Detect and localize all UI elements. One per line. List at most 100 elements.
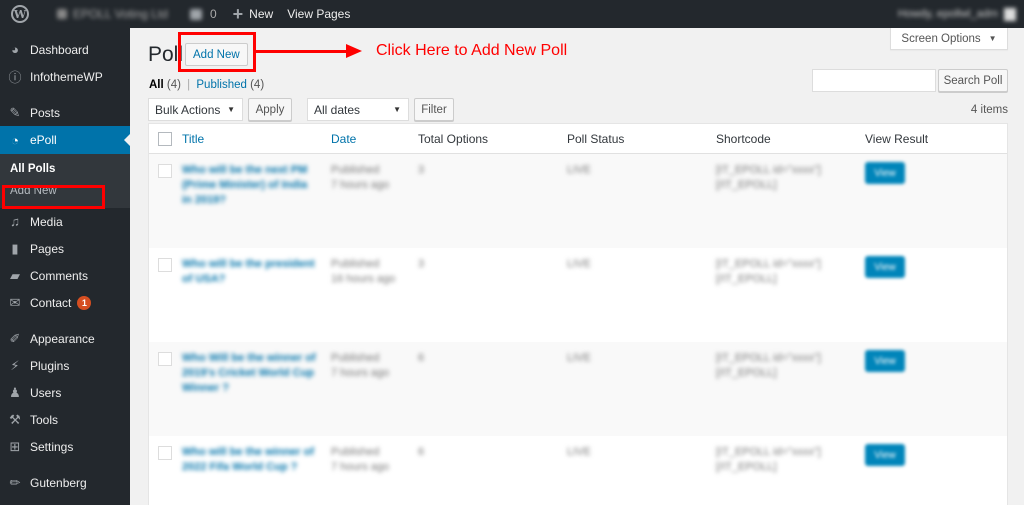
view-pages-link[interactable]: View Pages — [280, 0, 357, 28]
plus-icon: + — [232, 4, 244, 24]
comment-icon: ▰ — [10, 267, 20, 283]
table-row: Who will be the winner of 2022 Fifa Worl… — [149, 436, 1007, 505]
apply-button[interactable]: Apply — [248, 98, 292, 121]
admin-bar: W EPOLL Voting Ltd 0 + New View Pages Ho… — [0, 0, 1024, 28]
search-poll-button[interactable]: Search Poll — [938, 69, 1008, 92]
sidebar-item-contact[interactable]: ✉ Contact 1 — [0, 289, 130, 316]
view-result-button[interactable]: View — [865, 444, 905, 466]
dates-filter-select[interactable]: All dates ▼ — [307, 98, 409, 121]
site-name-link[interactable]: EPOLL Voting Ltd — [50, 0, 175, 28]
caret-down-icon: ▼ — [227, 105, 235, 114]
comments-count: 0 — [209, 7, 217, 21]
publish-status: Published — [331, 352, 380, 364]
wrench-icon: ⚒ — [9, 411, 21, 427]
screen-options-button[interactable]: Screen Options ▼ — [890, 28, 1008, 50]
howdy-text: Howdy, epollwl_adm — [897, 8, 998, 20]
row-checkbox[interactable] — [158, 164, 172, 178]
status-filter-links: All (4) | Published (4) — [149, 79, 264, 91]
view-result-button[interactable]: View — [865, 256, 905, 278]
sidebar-item-appearance[interactable]: ✐ Appearance — [0, 325, 130, 352]
sidebar-item-label: Plugins — [30, 358, 70, 373]
select-all-checkbox[interactable] — [158, 132, 172, 146]
sidebar-item-users[interactable]: ♟ Users — [0, 379, 130, 406]
sliders-icon: ⊞ — [9, 438, 21, 454]
row-checkbox[interactable] — [158, 352, 172, 366]
poll-status: LIVE — [567, 352, 591, 364]
poll-title-link[interactable]: Who will be the next PM (Prime Minister)… — [182, 163, 317, 208]
column-title[interactable]: Title — [182, 132, 204, 146]
home-icon — [57, 9, 67, 19]
view-result-button[interactable]: View — [865, 350, 905, 372]
my-account-menu[interactable]: Howdy, epollwl_adm — [898, 0, 1016, 28]
submenu-all-polls[interactable]: All Polls — [0, 158, 130, 180]
sidebar-item-tools[interactable]: ⚒ Tools — [0, 406, 130, 433]
info-icon: ⓘ — [8, 70, 22, 85]
view-pages-label: View Pages — [287, 7, 351, 21]
annotation-text: Click Here to Add New Poll — [376, 42, 568, 59]
polls-table: Title Date Total Options Poll Status Sho… — [148, 123, 1008, 505]
poll-status: LIVE — [567, 164, 591, 176]
poll-date: Published 7 hours ago — [331, 351, 389, 381]
sidebar-item-label: Users — [30, 385, 62, 400]
mail-icon: ✉ — [9, 294, 21, 310]
pin-icon: ✎ — [9, 104, 21, 120]
annotation-highlight-add-new-submenu — [2, 185, 105, 209]
wordpress-logo-icon: W — [11, 5, 29, 23]
media-icon: ♫ — [10, 214, 20, 229]
poll-title-link[interactable]: Who will be the winner of 2022 Fifa Worl… — [182, 445, 317, 475]
table-row: Who Will be the winner of 2019's Cricket… — [149, 342, 1007, 436]
publish-status: Published — [331, 258, 380, 270]
poll-title-link[interactable]: Who will be the president of USA? — [182, 257, 317, 287]
sidebar-item-plugins[interactable]: ⚡ Plugins — [0, 352, 130, 379]
view-result-button[interactable]: View — [865, 162, 905, 184]
column-shortcode: Shortcode — [716, 131, 771, 146]
poll-title-link[interactable]: Who Will be the winner of 2019's Cricket… — [182, 351, 317, 396]
search-poll-input[interactable] — [812, 69, 936, 92]
main-content: Screen Options ▼ Poll Add New Click Here… — [130, 28, 1024, 505]
publish-status: Published — [331, 164, 380, 176]
publish-date: 7 hours ago — [331, 179, 390, 191]
poll-shortcode: [IT_EPOLL id="xxxx"] [/IT_EPOLL] — [716, 446, 821, 473]
sidebar-item-label: Media — [30, 214, 63, 229]
screen-options-label: Screen Options — [901, 32, 981, 45]
submenu-label: All Polls — [10, 163, 56, 175]
poll-status: LIVE — [567, 446, 591, 458]
sidebar-item-label: Gutenberg — [30, 475, 87, 490]
sidebar-item-gutenberg[interactable]: ✏ Gutenberg — [0, 469, 130, 496]
row-checkbox[interactable] — [158, 258, 172, 272]
poll-date: Published 7 hours ago — [331, 445, 389, 475]
caret-down-icon: ▼ — [988, 34, 997, 43]
column-date[interactable]: Date — [331, 132, 356, 146]
sidebar-item-epoll[interactable]: ◔ ePoll — [0, 126, 130, 154]
items-count: 4 items — [970, 104, 1008, 116]
publish-date: 7 hours ago — [331, 367, 390, 379]
row-checkbox[interactable] — [158, 446, 172, 460]
annotation-arrow-line — [255, 50, 350, 53]
filter-published-link[interactable]: Published — [196, 79, 247, 91]
pages-icon: ▮ — [11, 240, 19, 256]
poll-shortcode: [IT_EPOLL id="xxxx"] [/IT_EPOLL] — [716, 258, 821, 285]
filter-button[interactable]: Filter — [414, 98, 454, 121]
table-header: Title Date Total Options Poll Status Sho… — [149, 124, 1007, 154]
admin-sidebar: ◕ Dashboard ⓘ InfothemeWP ✎ Posts ◔ ePol… — [0, 28, 130, 505]
filter-all-link[interactable]: All — [149, 79, 164, 91]
sidebar-item-settings[interactable]: ⊞ Settings — [0, 433, 130, 460]
bulk-actions-select[interactable]: Bulk Actions ▼ — [148, 98, 243, 121]
sidebar-item-infothemewp[interactable]: ⓘ InfothemeWP — [0, 63, 130, 90]
publish-date: 7 hours ago — [331, 461, 390, 473]
wp-logo-menu[interactable]: W — [0, 0, 36, 28]
pie-chart-icon: ◔ — [11, 132, 19, 148]
comments-link[interactable]: 0 — [183, 0, 224, 28]
filter-all-count: (4) — [166, 79, 181, 91]
sidebar-item-posts[interactable]: ✎ Posts — [0, 99, 130, 126]
sidebar-item-media[interactable]: ♫ Media — [0, 208, 130, 235]
sidebar-item-label: Posts — [30, 105, 61, 120]
poll-total-options: 3 — [418, 258, 425, 270]
sidebar-item-dashboard[interactable]: ◕ Dashboard — [0, 36, 130, 63]
sidebar-item-pages[interactable]: ▮ Pages — [0, 235, 130, 262]
table-row: Who will be the president of USA? Publis… — [149, 248, 1007, 342]
user-icon: ♟ — [9, 384, 21, 400]
new-content-link[interactable]: + New — [226, 0, 281, 28]
sidebar-item-comments[interactable]: ▰ Comments — [0, 262, 130, 289]
plug-icon: ⚡ — [10, 357, 20, 373]
